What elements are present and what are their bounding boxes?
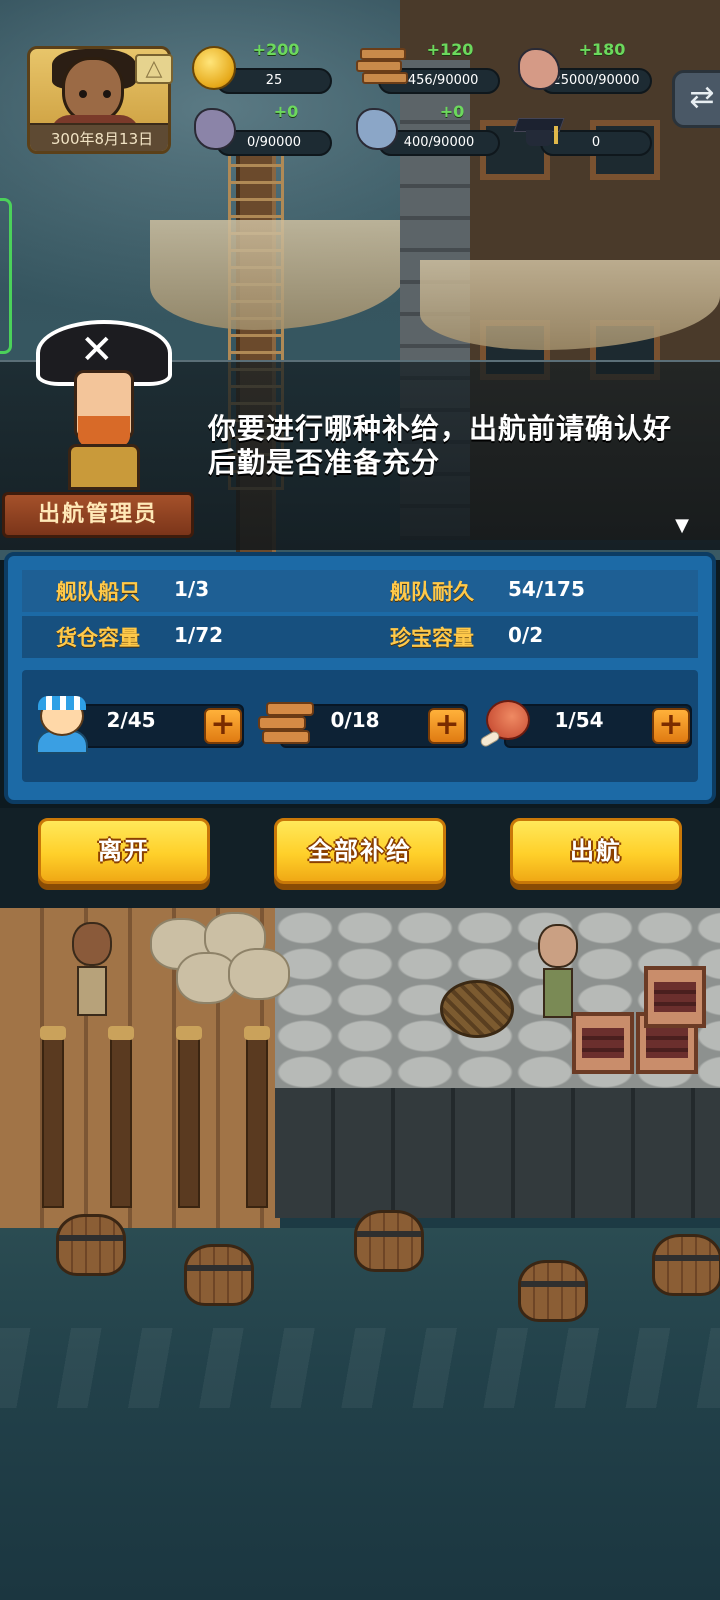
portrait-eye: [79, 90, 87, 98]
wooden-crate: [644, 966, 706, 1028]
supply-food: 1/54 +: [478, 698, 692, 752]
treasure-value: 0/2: [508, 623, 544, 647]
swap-arrows-icon: ⇄: [689, 80, 715, 115]
gold-coin-icon: [192, 46, 236, 90]
game-date: 300年8月13日: [30, 123, 168, 151]
purple-ore-icon: [194, 108, 236, 150]
add-timber-button[interactable]: +: [428, 708, 466, 744]
speaker-name-plate: 出航管理员: [2, 492, 194, 538]
rank-triangle-icon[interactable]: △: [135, 54, 173, 84]
floating-barrel: [354, 1210, 424, 1272]
floating-barrel: [56, 1214, 126, 1276]
meat-icon: [478, 694, 536, 754]
supply-value: 0/18: [330, 708, 380, 732]
timber-icon: [256, 694, 314, 754]
resource-delta: +120: [426, 40, 474, 59]
fisherman-npc[interactable]: [538, 924, 578, 1018]
floating-barrel: [652, 1234, 720, 1296]
ships-value: 1/3: [174, 577, 210, 601]
blue-ore-icon: [356, 108, 398, 150]
fleet-supply-panel: 舰队船只 1/3 舰队耐久 54/175 货仓容量 1/72 珍宝容量 0/2 …: [4, 552, 716, 804]
supply-sailors: 2/45 +: [32, 696, 244, 754]
floating-barrel: [518, 1260, 588, 1322]
sailor-icon: [32, 694, 88, 754]
treasure-label: 珍宝容量: [390, 626, 474, 650]
pink-ore-icon: [518, 48, 560, 90]
captain-npc-portrait: [34, 320, 174, 490]
supply-timber: 0/18 +: [256, 698, 468, 752]
swap-arrows-button[interactable]: ⇄: [672, 70, 720, 128]
resource-delta: +200: [252, 40, 300, 59]
supply-area: 2/45 + 0/18 + 1/54 +: [22, 670, 698, 782]
harbor-water: [0, 1228, 720, 1600]
resource-delta: +0: [273, 102, 299, 121]
add-food-button[interactable]: +: [652, 708, 690, 744]
cargo-value: 1/72: [174, 623, 224, 647]
stats-row: 货仓容量 1/72 珍宝容量 0/2: [22, 616, 698, 658]
side-drawer-tab[interactable]: [0, 198, 12, 354]
water-ripples: [0, 1328, 720, 1408]
dock-post: [40, 1026, 66, 1208]
dock-post: [108, 1026, 134, 1208]
grain-sack: [228, 948, 290, 1000]
graduation-cap-icon: [513, 112, 565, 148]
dialog-text: 你要进行哪种补给，出航前请确认好后勤是否准备充分: [208, 412, 673, 479]
durability-value: 54/175: [508, 577, 585, 601]
dock-worker-npc[interactable]: [72, 922, 112, 1016]
resource-delta: +180: [578, 40, 626, 59]
dock-post: [176, 1026, 202, 1208]
cargo-label: 货仓容量: [56, 626, 140, 650]
floating-barrel: [184, 1244, 254, 1306]
action-button-row: 离开 全部补给 出航: [0, 808, 720, 908]
resupply-all-button[interactable]: 全部补给: [274, 818, 446, 884]
chevron-down-icon: ▼: [675, 515, 689, 536]
resource-delta: +0: [439, 102, 465, 121]
supply-value: 1/54: [554, 708, 604, 732]
leave-button[interactable]: 离开: [38, 818, 210, 884]
dock-post: [244, 1026, 270, 1208]
captain-coat: [68, 444, 140, 490]
set-sail-button[interactable]: 出航: [510, 818, 682, 884]
durability-label: 舰队耐久: [390, 580, 474, 604]
add-sailors-button[interactable]: +: [204, 708, 242, 744]
portrait-face: [62, 57, 124, 123]
collapse-dialog-button[interactable]: ▼: [670, 516, 694, 540]
ships-label: 舰队船只: [56, 580, 140, 604]
dock-scene-background: [0, 908, 720, 1600]
wood-planks-icon: [356, 48, 408, 90]
stats-row: 舰队船只 1/3 舰队耐久 54/175: [22, 570, 698, 612]
fleet-stats: 舰队船只 1/3 舰队耐久 54/175 货仓容量 1/72 珍宝容量 0/2: [22, 570, 698, 662]
wicker-basket: [440, 980, 514, 1038]
supply-value: 2/45: [106, 708, 156, 732]
wooden-crate: [572, 1012, 634, 1074]
portrait-eye: [103, 90, 111, 98]
quay-wall: [275, 1088, 720, 1218]
